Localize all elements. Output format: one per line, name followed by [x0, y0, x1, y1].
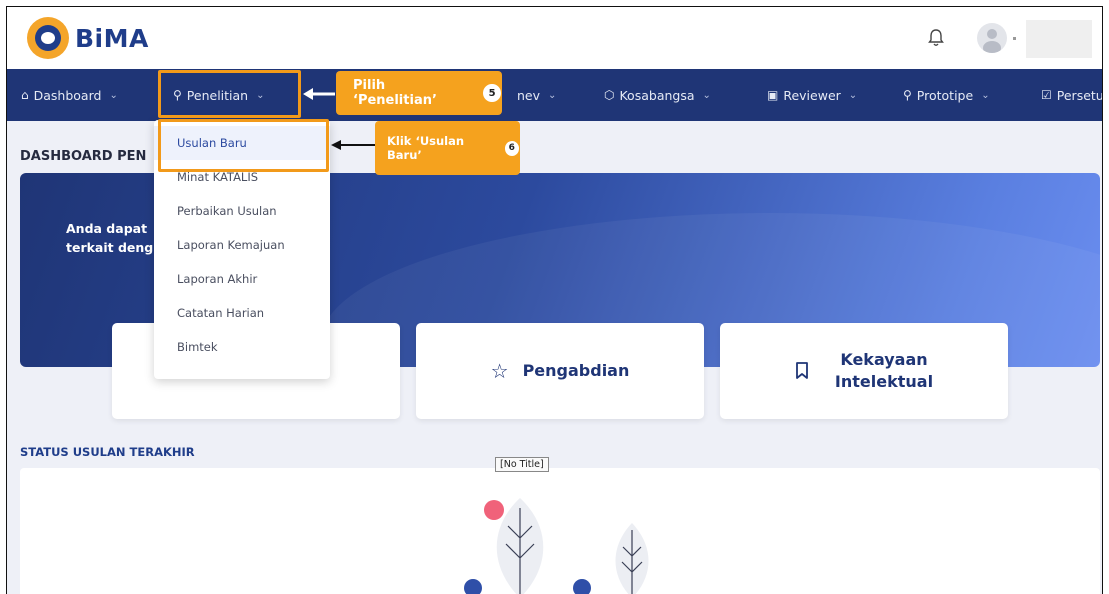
card-label-line-2: Intelektual: [834, 372, 934, 391]
menu-item-bimtek[interactable]: Bimtek: [154, 330, 330, 364]
no-title-tooltip: [No Title]: [495, 457, 549, 472]
app-window: BiMA ⌂ Dashboard ⌄ ⚲ Penelitian ⌄ nev ⌄ …: [6, 6, 1103, 594]
card-label-line-1: Kekayaan: [840, 350, 928, 369]
status-usulan-title: STATUS USULAN TERAKHIR: [20, 445, 195, 459]
bima-logo[interactable]: BiMA: [27, 17, 149, 59]
bookmark-icon: [796, 362, 808, 379]
menu-item-catatan-harian[interactable]: Catatan Harian: [154, 296, 330, 330]
search-icon: ⚲: [903, 88, 912, 102]
chevron-down-icon: ⌄: [848, 89, 858, 101]
banner-line-2: terkait deng: [66, 240, 154, 255]
banner-text: Anda dapat terkait deng: [66, 219, 153, 257]
chevron-down-icon: ⌄: [109, 89, 118, 101]
chevron-down-icon: ⌄: [981, 89, 990, 101]
empty-state-illustration: [464, 498, 649, 594]
nav-label: Persetu: [1056, 87, 1103, 103]
menu-item-perbaikan-usulan[interactable]: Perbaikan Usulan: [154, 194, 330, 228]
chevron-down-icon: ⌄: [702, 89, 711, 101]
card-label-group: Kekayaan Intelektual: [835, 349, 933, 393]
nav-label: nev: [517, 87, 541, 103]
logo-emblem-icon: [27, 17, 69, 59]
logo-text: BiMA: [75, 23, 149, 53]
step-number-badge: 6: [503, 139, 520, 157]
star-icon: ☆: [490, 359, 509, 383]
chevron-down-icon: ⌄: [548, 89, 557, 101]
callout-step-6: Klik ‘Usulan Baru’ 6: [375, 121, 520, 175]
card-kekayaan-intelektual[interactable]: Kekayaan Intelektual: [720, 323, 1008, 419]
callout-step-5: Pilih ‘Penelitian’ 5: [336, 71, 502, 115]
banner-line-1: Anda dapat: [66, 221, 148, 236]
arrow-left-icon: [331, 140, 375, 150]
nav-label: Reviewer: [783, 87, 841, 103]
nav-persetujuan[interactable]: ☑ Persetu: [1041, 69, 1103, 121]
bell-icon[interactable]: [928, 29, 944, 47]
nav-monev[interactable]: nev ⌄: [517, 69, 556, 121]
callout-text: Pilih ‘Penelitian’: [353, 78, 437, 108]
checkbox-icon: ☑: [1041, 88, 1052, 102]
menu-item-laporan-kemajuan[interactable]: Laporan Kemajuan: [154, 228, 330, 262]
card-pengabdian[interactable]: ☆ Pengabdian: [416, 323, 704, 419]
card-label: Pengabdian: [522, 361, 630, 380]
avatar[interactable]: [977, 23, 1007, 53]
status-panel: [20, 468, 1100, 594]
arrow-left-icon: [303, 88, 335, 100]
nav-label: Kosabangsa: [619, 87, 695, 103]
top-header: BiMA: [7, 7, 1102, 69]
nav-reviewer[interactable]: ▣ Reviewer ⌄: [767, 69, 857, 121]
page-title: DASHBOARD PEN: [20, 149, 147, 164]
nav-prototipe[interactable]: ⚲ Prototipe ⌄: [903, 69, 990, 121]
nav-dashboard[interactable]: ⌂ Dashboard ⌄: [21, 69, 118, 121]
nav-label: Prototipe: [916, 87, 974, 103]
step-number-badge: 5: [482, 83, 502, 103]
highlight-usulan-baru: [158, 119, 329, 172]
nav-kosabangsa[interactable]: ⬡ Kosabangsa ⌄: [604, 69, 711, 121]
user-name-redacted[interactable]: [1026, 20, 1092, 58]
callout-text: Klik ‘Usulan Baru’: [387, 134, 465, 162]
home-icon: ⌂: [21, 88, 29, 102]
nav-label: Dashboard: [33, 87, 102, 103]
pin-icon: ⬡: [604, 88, 615, 102]
user-menu-dot: [1013, 37, 1016, 40]
document-icon: ▣: [767, 88, 779, 102]
menu-item-laporan-akhir[interactable]: Laporan Akhir: [154, 262, 330, 296]
highlight-penelitian: [158, 70, 301, 118]
